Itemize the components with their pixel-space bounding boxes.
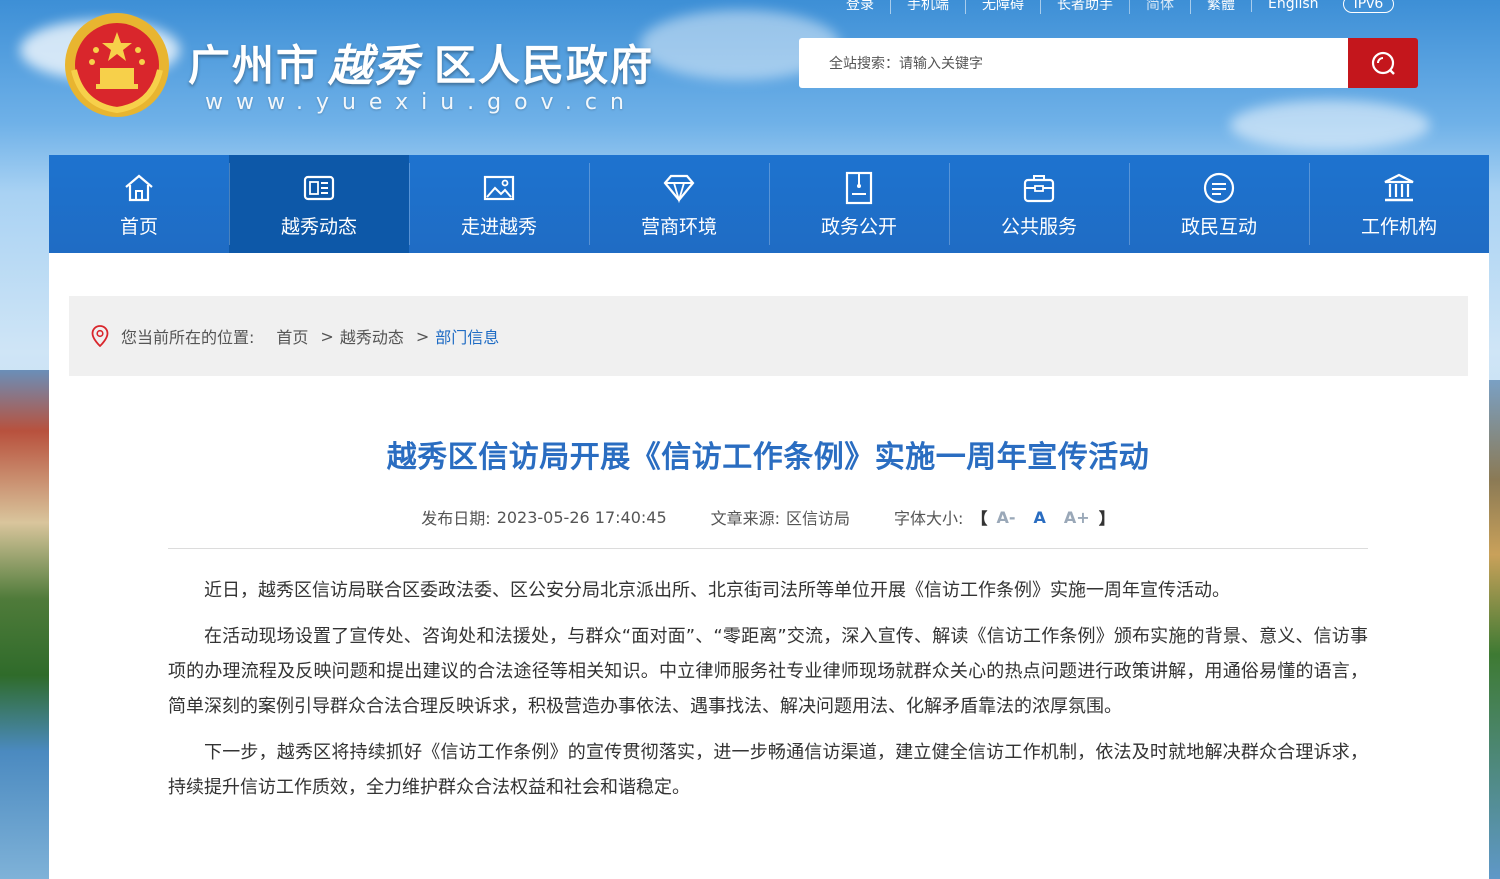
nav-item-label: 政民互动 bbox=[1180, 215, 1257, 238]
article-paragraph: 在活动现场设置了宣传处、咨询处和法援处，与群众“面对面”、“零距离”交流，深入宣… bbox=[168, 626, 1368, 717]
nav-item-label: 营商环境 bbox=[640, 215, 717, 238]
publish-date-label: 发布日期: bbox=[421, 509, 491, 528]
font-size-larger-button[interactable]: A+ bbox=[1064, 508, 1090, 527]
site-title-city: 广州市 bbox=[188, 40, 321, 90]
home-icon bbox=[121, 170, 157, 206]
article-meta: 发布日期: 2023-05-26 17:40:45 文章来源: 区信访局 字体大… bbox=[168, 505, 1368, 529]
breadcrumb-home[interactable]: 首页 bbox=[276, 324, 308, 348]
image-icon bbox=[481, 170, 517, 206]
nav-item-label: 政务公开 bbox=[820, 215, 897, 238]
search-icon bbox=[1370, 50, 1396, 76]
chat-icon bbox=[1201, 170, 1237, 206]
font-size-smaller-button[interactable]: A- bbox=[996, 508, 1015, 527]
top-links-bar: 登录 手机端 无障碍 长者助手 简体 繁體 English IPv6 bbox=[830, 0, 1395, 14]
nav-item-citizen-interaction[interactable]: 政民互动 bbox=[1129, 155, 1309, 253]
nav-item-government-affairs[interactable]: 政务公开 bbox=[769, 155, 949, 253]
font-size-default-button[interactable]: A bbox=[1034, 508, 1046, 527]
search-input[interactable] bbox=[799, 38, 1348, 88]
article-paragraph: 近日，越秀区信访局联合区委政法委、区公安分局北京派出所、北京街司法所等单位开展《… bbox=[204, 580, 1230, 601]
building-icon bbox=[1381, 170, 1417, 206]
background-cloud bbox=[1230, 100, 1430, 150]
background-scenery-left bbox=[0, 370, 50, 879]
top-link-elderly[interactable]: 长者助手 bbox=[1040, 0, 1129, 14]
nav-item-work-agencies[interactable]: 工作机构 bbox=[1309, 155, 1489, 253]
publish-date-value: 2023-05-26 17:40:45 bbox=[496, 507, 667, 527]
search-button[interactable] bbox=[1348, 38, 1418, 88]
nav-item-public-service[interactable]: 公共服务 bbox=[949, 155, 1129, 253]
nav-item-business-environment[interactable]: 营商环境 bbox=[589, 155, 769, 253]
publish-date-group: 发布日期: 2023-05-26 17:40:45 bbox=[421, 505, 666, 529]
top-link-login[interactable]: 登录 bbox=[830, 0, 890, 14]
source-label: 文章来源: bbox=[710, 509, 781, 528]
breadcrumb-separator: > bbox=[320, 326, 334, 346]
nav-item-label: 工作机构 bbox=[1360, 215, 1437, 238]
article-body: 近日，越秀区信访局联合区委政法委、区公安分局北京派出所、北京街司法所等单位开展《… bbox=[168, 573, 1368, 816]
font-size-group: 字体大小: 【 A- A A+ 】 bbox=[894, 505, 1115, 529]
breadcrumb-yuexiu-news[interactable]: 越秀动态 bbox=[340, 324, 404, 348]
top-link-ipv6[interactable]: IPv6 bbox=[1342, 0, 1395, 13]
nav-item-label: 走进越秀 bbox=[460, 215, 537, 238]
nav-item-label: 越秀动态 bbox=[280, 215, 357, 238]
briefcase-icon bbox=[1021, 170, 1057, 206]
font-size-bracket-close: 】 bbox=[1098, 509, 1115, 528]
nav-item-label: 公共服务 bbox=[1000, 215, 1077, 238]
top-link-accessibility[interactable]: 无障碍 bbox=[965, 0, 1040, 14]
source-group: 文章来源: 区信访局 bbox=[711, 505, 850, 529]
national-emblem-icon bbox=[62, 10, 172, 120]
nav-item-home[interactable]: 首页 bbox=[49, 155, 229, 253]
site-url: www.yuexiu.gov.cn bbox=[205, 90, 637, 115]
breadcrumb: 您当前所在的位置: 首页 > 越秀动态 > 部门信息 bbox=[69, 296, 1468, 376]
nav-item-about-yuexiu[interactable]: 走进越秀 bbox=[409, 155, 589, 253]
breadcrumb-separator: > bbox=[415, 326, 430, 346]
diamond-icon bbox=[661, 170, 697, 206]
font-size-label: 字体大小: bbox=[894, 509, 964, 528]
site-title-government: 区人民政府 bbox=[434, 40, 655, 90]
breadcrumb-department-info[interactable]: 部门信息 bbox=[435, 324, 499, 348]
nav-item-label: 首页 bbox=[119, 215, 158, 238]
font-size-bracket-open: 【 bbox=[971, 509, 988, 528]
main-navigation: 首页 越秀动态 走进越秀 营商环境 政务公开 公共服务 政民互动 工作机构 bbox=[49, 155, 1489, 260]
nav-item-yuexiu-news[interactable]: 越秀动态 bbox=[229, 155, 409, 260]
top-link-english[interactable]: English bbox=[1251, 0, 1335, 12]
top-link-mobile[interactable]: 手机端 bbox=[890, 0, 965, 14]
breadcrumb-prefix: 您当前所在的位置: bbox=[121, 328, 255, 347]
location-pin-icon bbox=[91, 325, 109, 347]
source-value: 区信访局 bbox=[786, 509, 851, 528]
site-title[interactable]: 广州市 越秀 区人民政府 bbox=[188, 30, 654, 94]
article-title: 越秀区信访局开展《信访工作条例》实施一周年宣传活动 bbox=[386, 440, 1150, 475]
meta-divider bbox=[168, 548, 1368, 549]
newspaper-icon bbox=[301, 170, 337, 206]
article-paragraph: 下一步，越秀区将持续抓好《信访工作条例》的宣传贯彻落实，进一步畅通信访渠道，建立… bbox=[168, 742, 1368, 798]
top-link-simplified[interactable]: 简体 bbox=[1129, 0, 1190, 14]
document-icon bbox=[841, 170, 877, 206]
site-title-district: 越秀 bbox=[328, 41, 421, 92]
top-link-traditional[interactable]: 繁體 bbox=[1190, 0, 1251, 14]
